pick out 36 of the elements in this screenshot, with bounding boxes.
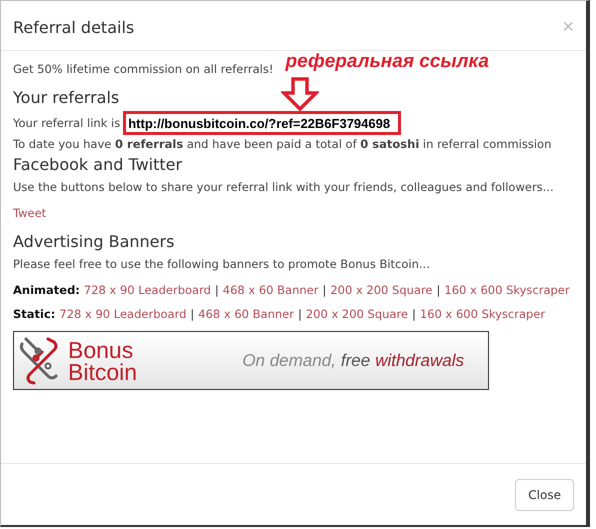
tagline-text: withdrawals (375, 350, 464, 370)
banner-link[interactable]: 468 x 60 Banner (222, 283, 318, 297)
banner-type-label: Static: (13, 307, 56, 321)
annotation-caption: реферальная ссылка (285, 51, 489, 73)
referral-summary: To date you have 0 referrals and have been paid a total of 0 satoshi in referral commission (13, 136, 552, 153)
banner-link[interactable]: 160 x 600 Skyscraper (420, 307, 546, 321)
separator: | (298, 307, 302, 321)
tagline-text: On demand, (242, 350, 336, 370)
separator: | (412, 307, 416, 321)
section-heading: Advertising Banners (13, 232, 174, 251)
banner-type-label: Animated: (13, 283, 80, 297)
banner-link[interactable]: 160 x 600 Skyscraper (444, 283, 570, 297)
banner-image[interactable]: Bonus Bitcoin On demand, free withdrawals (13, 331, 489, 390)
intro-text: Get 50% lifetime commission on all referrals! (13, 62, 274, 76)
separator: | (436, 283, 440, 297)
banner-link[interactable]: 468 x 60 Banner (198, 307, 294, 321)
section-heading: Facebook and Twitter (13, 155, 182, 174)
share-text: Use the buttons below to share your referral link with your friends, colleagues and followers... (13, 179, 554, 196)
brand-name: Bitcoin (68, 360, 138, 382)
separator: | (214, 283, 219, 297)
banner-link[interactable]: 200 x 200 Square (306, 307, 408, 321)
referral-link-label: Your referral link is (13, 116, 120, 130)
banner-link[interactable]: 200 x 200 Square (330, 283, 433, 297)
banner-link[interactable]: 728 x 90 Leaderboard (84, 283, 211, 297)
tagline-text: free (340, 350, 370, 370)
separator: | (322, 283, 326, 297)
referral-link[interactable]: http://bonusbitcoin.co/?ref=22B6F3794698 (123, 111, 402, 135)
tweet-link[interactable]: Tweet (13, 206, 46, 220)
banner-link[interactable]: 728 x 90 Leaderboard (59, 307, 186, 321)
down-arrow-icon (281, 77, 320, 111)
section-heading: Your referrals (13, 88, 120, 107)
separator: | (190, 307, 194, 321)
brand-name: Bonus (68, 338, 134, 360)
banners-text: Please feel free to use the following banners to promote Bonus Bitcoin... (13, 256, 430, 273)
modal-title: Referral details (13, 18, 134, 36)
close-button[interactable]: Close (515, 479, 574, 511)
